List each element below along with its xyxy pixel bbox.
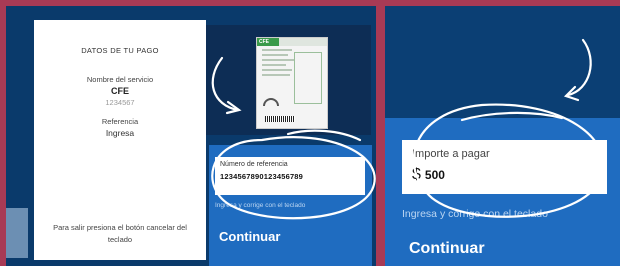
side-block (6, 208, 28, 258)
service-name-value: CFE (111, 86, 129, 96)
right-screen: Importe a pagar $ 500 Ingresa y corrige … (385, 6, 620, 266)
reference-number-value: 123456789012345678​9 (220, 172, 304, 181)
left-screen: DATOS DE TU PAGO Nombre del servicio CFE… (6, 6, 376, 266)
reference-number-field[interactable]: Número de referencia 123456789012345678​… (215, 157, 365, 195)
payment-details-card: DATOS DE TU PAGO Nombre del servicio CFE… (34, 20, 206, 260)
service-name-label: Nombre del servicio (86, 75, 154, 84)
service-code: 1234567 (105, 98, 135, 107)
reference-label: Referencia (101, 117, 139, 126)
reference-entry-panel: Número de referencia 123456789012345678​… (209, 145, 372, 266)
continue-button[interactable]: Continuar (409, 240, 485, 258)
currency-symbol: $ (412, 166, 421, 183)
exit-hint: Para salir presiona el botón cancelar de… (53, 223, 187, 244)
continue-button[interactable]: Continuar (219, 229, 280, 244)
reference-number-label: Número de referencia (220, 161, 288, 168)
reference-keyboard-hint: Ingresa y corrige con el teclado (215, 202, 306, 209)
barcode-icon (265, 116, 295, 122)
payment-details-title: DATOS DE TU PAGO (81, 46, 159, 55)
amount-label: Importe a pagar (412, 148, 490, 160)
bill-column (294, 52, 322, 104)
amount-field[interactable]: Importe a pagar $ 500 (402, 140, 607, 194)
bill-illustration: CFE (206, 25, 371, 135)
amount-value: 500 (424, 168, 445, 182)
bill-logo: CFE (257, 38, 279, 46)
bill-document-icon: CFE (256, 37, 328, 129)
amount-keyboard-hint: Ingresa y corrige con el teclado (402, 208, 548, 220)
amount-entry-panel: Importe a pagar $ 500 Ingresa y corrige … (385, 118, 620, 266)
reference-value: Ingresa (105, 128, 135, 138)
gauge-icon (263, 98, 279, 106)
